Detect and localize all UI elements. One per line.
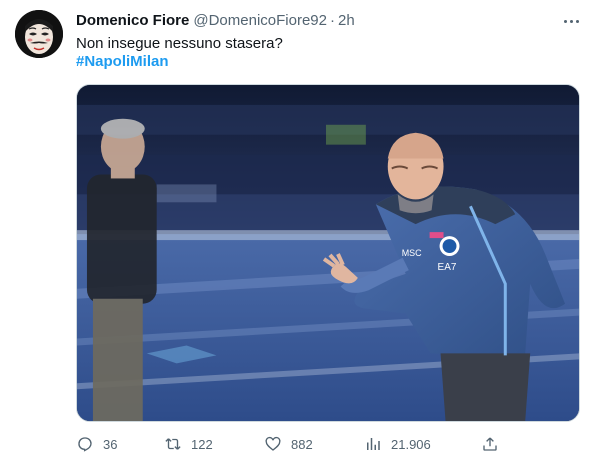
author-name[interactable]: Domenico Fiore	[76, 12, 189, 29]
like-button[interactable]: 882	[264, 432, 313, 456]
reply-button[interactable]: 36	[76, 432, 117, 456]
jersey-sponsor-right: EA7	[438, 262, 457, 273]
tweet[interactable]: Domenico Fiore @DomenicoFiore92 · 2h Non in…	[0, 0, 594, 465]
tweet-actions: 36 122 882 21.906	[76, 432, 516, 456]
reply-icon	[78, 437, 92, 452]
jersey-sponsor-left: MSC	[402, 248, 422, 258]
hashtag-link[interactable]: #NapoliMilan	[76, 52, 169, 72]
views-button[interactable]: 21.906	[364, 432, 431, 456]
tweet-time[interactable]: 2h	[338, 12, 355, 29]
like-count: 882	[291, 436, 313, 452]
like-icon	[265, 436, 281, 451]
photo-scene: MSC EA7	[77, 85, 579, 421]
avatar[interactable]	[15, 10, 63, 58]
retweet-icon	[165, 438, 181, 450]
views-icon	[367, 438, 380, 450]
reply-count: 36	[103, 436, 118, 452]
share-icon	[483, 437, 497, 451]
tweet-header: Domenico Fiore @DomenicoFiore92 · 2h	[76, 11, 355, 31]
tweet-photo[interactable]: MSC EA7	[76, 84, 580, 422]
more-options-icon[interactable]	[560, 12, 582, 30]
masked-face-avatar-icon	[15, 10, 63, 58]
tweet-text: Non insegue nessuno stasera?	[76, 35, 283, 52]
share-button[interactable]	[481, 432, 499, 456]
separator: ·	[329, 12, 335, 29]
retweet-count: 122	[191, 436, 213, 452]
views-count: 21.906	[391, 436, 431, 452]
retweet-button[interactable]: 122	[164, 432, 213, 456]
author-handle[interactable]: @DomenicoFiore92	[193, 12, 327, 29]
